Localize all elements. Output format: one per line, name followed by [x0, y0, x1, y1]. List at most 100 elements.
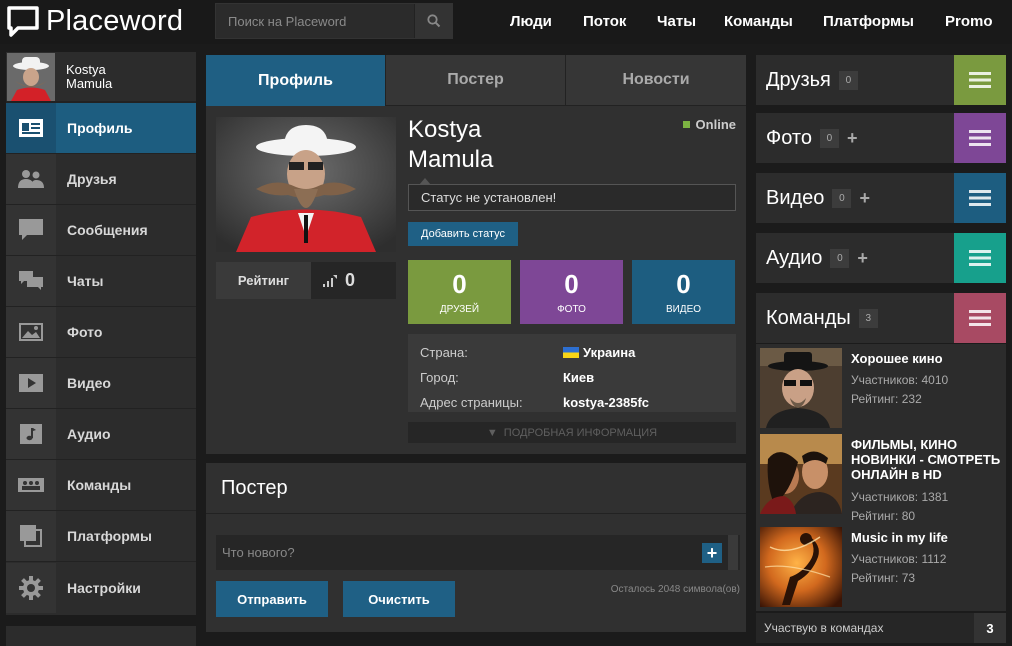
ukraine-flag-icon [563, 347, 579, 358]
count-badge: 0 [830, 248, 850, 268]
sidebar-item-label: Друзья [67, 171, 117, 187]
block-title[interactable]: Друзья [766, 69, 831, 92]
user-name[interactable]: Kostya Mamula [66, 62, 113, 91]
avatar[interactable] [7, 52, 55, 101]
profile-first-name: Kostya [408, 116, 482, 143]
nav-people[interactable]: Люди [510, 13, 552, 30]
video-icon [6, 358, 56, 408]
info-value-country[interactable]: Украина [563, 345, 635, 360]
sidebar-item-messages[interactable]: Сообщения [6, 205, 196, 256]
search-button[interactable] [414, 4, 452, 38]
nav-stream[interactable]: Поток [583, 13, 626, 30]
team-thumbnail[interactable] [760, 527, 842, 607]
tab-news[interactable]: Новости [566, 55, 746, 106]
nav-teams[interactable]: Команды [724, 13, 793, 30]
team-name[interactable]: Хорошее кино [851, 351, 1001, 366]
send-button[interactable]: Отправить [216, 581, 328, 617]
info-value[interactable]: kostya-2385fc [563, 395, 649, 410]
menu-button[interactable] [954, 113, 1006, 163]
right-block-title: Аудио 0 + [766, 233, 868, 283]
info-value: Украина [583, 345, 636, 360]
teams-footer-count: 3 [974, 613, 1006, 643]
logo[interactable]: Placeword [6, 3, 183, 39]
add-status-button[interactable]: Добавить статус [408, 222, 518, 246]
team-thumbnail[interactable] [760, 348, 842, 428]
chats-icon [6, 256, 56, 306]
right-block-title: Команды 3 [766, 293, 878, 343]
stat-caption: ДРУЗЕЙ [439, 303, 480, 315]
stat-photos[interactable]: 0 ФОТО [520, 260, 623, 324]
search-box [215, 3, 453, 39]
user-card[interactable]: Kostya Mamula [6, 52, 196, 103]
list-item[interactable]: Хорошее кино Участников: 4010 Рейтинг: 2… [760, 348, 1002, 431]
block-title[interactable]: Аудио [766, 247, 822, 270]
more-info-toggle[interactable]: ▼ ПОДРОБНАЯ ИНФОРМАЦИЯ [408, 422, 736, 443]
sidebar-item-photo[interactable]: Фото [6, 307, 196, 358]
menu-button[interactable] [954, 293, 1006, 343]
profile-panel: Профиль Постер Новости Рейтинг 0 Kostya … [206, 55, 746, 454]
sidebar-item-teams[interactable]: Команды [6, 460, 196, 511]
stat-caption: ФОТО [557, 303, 586, 315]
status-box[interactable]: Статус не установлен! [408, 178, 736, 211]
poster-scrollbar[interactable] [728, 535, 738, 570]
rating-value-box: 0 [311, 262, 396, 299]
tab-profile[interactable]: Профиль [206, 55, 386, 106]
sidebar-next-item[interactable] [6, 626, 196, 646]
right-block-title: Друзья 0 [766, 55, 858, 105]
stat-videos[interactable]: 0 ВИДЕО [632, 260, 735, 324]
list-item[interactable]: ФИЛЬМЫ, КИНО НОВИНКИ - СМОТРЕТЬ ОНЛАЙН в… [760, 434, 1002, 523]
teams-icon [6, 460, 56, 510]
block-title[interactable]: Видео [766, 187, 824, 210]
nav-platforms[interactable]: Платформы [823, 13, 914, 30]
triangle-down-icon: ▼ [486, 426, 498, 439]
user-last-name: Mamula [66, 75, 113, 91]
logo-text: Placeword [46, 4, 184, 37]
profile-tabs: Профиль Постер Новости [206, 55, 746, 106]
teams-footer[interactable]: Участвую в командах 3 [756, 613, 1006, 643]
sidebar-item-platforms[interactable]: Платформы [6, 511, 196, 562]
add-attachment-button[interactable]: + [702, 543, 722, 563]
clear-button[interactable]: Очистить [343, 581, 455, 617]
profile-card-icon [6, 103, 56, 153]
info-key: Город: [420, 370, 459, 385]
sidebar-item-label: Видео [67, 375, 111, 391]
sidebar-item-friends[interactable]: Друзья [6, 154, 196, 205]
block-title[interactable]: Команды [766, 307, 851, 330]
sidebar-item-audio[interactable]: Аудио [6, 409, 196, 460]
menu-button[interactable] [954, 233, 1006, 283]
sidebar-item-label: Команды [67, 477, 132, 493]
add-photo-button[interactable]: + [847, 128, 858, 149]
search-input[interactable] [216, 4, 414, 38]
gear-icon [6, 562, 56, 613]
team-name[interactable]: Music in my life [851, 530, 1001, 545]
count-badge: 0 [819, 128, 839, 148]
sidebar-item-chats[interactable]: Чаты [6, 256, 196, 307]
stat-friends[interactable]: 0 ДРУЗЕЙ [408, 260, 511, 324]
sidebar-item-settings[interactable]: Настройки [6, 562, 196, 613]
add-audio-button[interactable]: + [857, 248, 868, 269]
sidebar-item-profile[interactable]: Профиль [6, 103, 196, 154]
more-info-label: ПОДРОБНАЯ ИНФОРМАЦИЯ [503, 426, 658, 439]
list-item[interactable]: Music in my life Участников: 1112 Рейтин… [760, 527, 1002, 610]
block-title[interactable]: Фото [766, 127, 812, 150]
info-value[interactable]: Киев [563, 370, 594, 385]
sidebar-item-video[interactable]: Видео [6, 358, 196, 409]
add-video-button[interactable]: + [859, 188, 870, 209]
nav-chats[interactable]: Чаты [657, 13, 696, 30]
poster-input[interactable] [216, 536, 686, 569]
menu-button[interactable] [954, 173, 1006, 223]
nav-promo[interactable]: Promo [945, 13, 993, 30]
team-thumbnail[interactable] [760, 434, 842, 514]
poster-title: Постер [206, 463, 746, 514]
menu-button[interactable] [954, 55, 1006, 105]
tab-poster[interactable]: Постер [386, 55, 566, 106]
profile-photo[interactable] [216, 117, 396, 252]
info-row-city: Город: Киев [408, 365, 736, 390]
info-key: Страна: [420, 345, 468, 360]
profile-last-name: Mamula [408, 146, 494, 173]
team-name[interactable]: ФИЛЬМЫ, КИНО НОВИНКИ - СМОТРЕТЬ ОНЛАЙН в… [851, 437, 1001, 482]
sidebar-item-label: Сообщения [67, 222, 148, 238]
online-label: Online [695, 117, 736, 132]
hamburger-icon [969, 130, 991, 146]
online-indicator: Online [682, 117, 736, 132]
